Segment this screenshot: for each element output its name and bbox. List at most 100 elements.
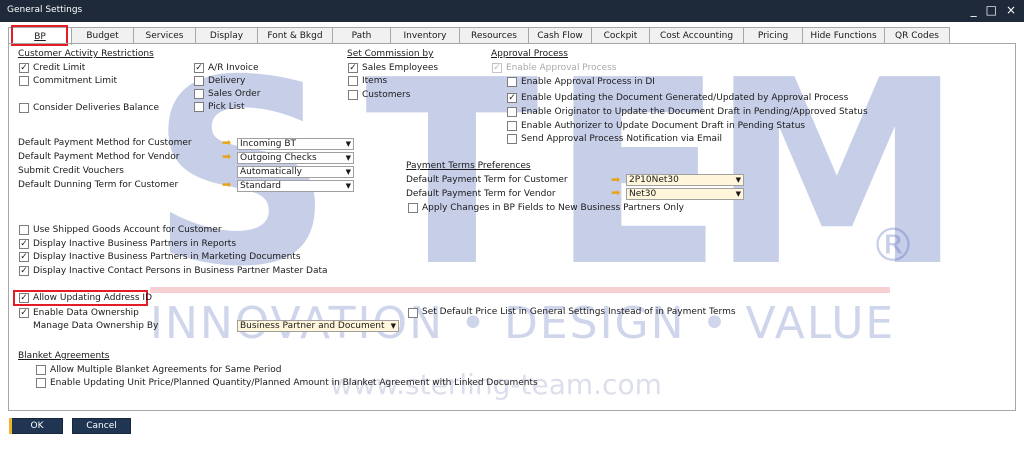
tab-services[interactable]: Services (133, 27, 196, 44)
allow-address-id-checkbox[interactable]: ✓ (19, 293, 29, 303)
customer-activity-heading: Customer Activity Restrictions (18, 49, 154, 59)
credit-limit-label: Credit Limit (33, 63, 86, 73)
window-title: General Settings (7, 5, 83, 15)
close-icon[interactable]: × (1006, 2, 1016, 18)
button-accent (9, 418, 12, 434)
inactive-reports-checkbox[interactable]: ✓ (19, 239, 29, 249)
enable-updating-checkbox[interactable]: ✓ (507, 93, 517, 103)
blanket-heading: Blanket Agreements (18, 351, 110, 361)
link-arrow-icon[interactable]: ➡ (222, 179, 231, 190)
enable-ownership-checkbox[interactable]: ✓ (19, 308, 29, 318)
chevron-down-icon: ▼ (345, 182, 351, 190)
use-shipped-goods-checkbox[interactable] (19, 225, 29, 235)
minimize-icon[interactable]: _ (971, 2, 977, 18)
tab-cash-flow[interactable]: Cash Flow (528, 27, 592, 44)
ar-invoice-checkbox[interactable]: ✓ (194, 63, 204, 73)
customer-payment-method-label: Default Payment Method for Customer (18, 138, 192, 148)
enable-authorizer-label: Enable Authorizer to Update Document Dra… (521, 121, 806, 131)
items-label: Items (362, 76, 388, 86)
tab-display[interactable]: Display (195, 27, 258, 44)
delivery-checkbox[interactable] (194, 76, 204, 86)
enable-originator-label: Enable Originator to Update the Document… (521, 107, 868, 117)
allow-address-id-label: Allow Updating Address ID (33, 293, 153, 303)
chevron-down-icon: ▼ (390, 322, 396, 330)
enable-updating-label: Enable Updating the Document Generated/U… (521, 93, 849, 103)
tab-qr-codes[interactable]: QR Codes (884, 27, 950, 44)
allow-multiple-checkbox[interactable] (36, 365, 46, 375)
commitment-limit-label: Commitment Limit (33, 76, 118, 86)
maximize-icon[interactable]: □ (986, 2, 997, 18)
enable-originator-checkbox[interactable] (507, 107, 517, 117)
commission-heading: Set Commission by (347, 49, 434, 59)
payment-terms-heading: Payment Terms Preferences (406, 161, 531, 171)
manage-ownership-dropdown[interactable]: Business Partner and Document ▼ (237, 320, 399, 332)
vendor-payment-method-label: Default Payment Method for Vendor (18, 152, 180, 162)
vendor-payment-method-dropdown[interactable]: Outgoing Checks ▼ (237, 152, 354, 164)
inactive-marketing-checkbox[interactable]: ✓ (19, 252, 29, 262)
dunning-term-dropdown[interactable]: Standard ▼ (237, 180, 354, 192)
customers-label: Customers (362, 90, 411, 100)
tab-path[interactable]: Path (332, 27, 391, 44)
use-shipped-goods-label: Use Shipped Goods Account for Customer (33, 225, 222, 235)
approval-di-label: Enable Approval Process in DI (521, 77, 655, 87)
link-arrow-icon[interactable]: ➡ (611, 174, 620, 185)
credit-vouchers-dropdown[interactable]: Automatically ▼ (237, 166, 354, 178)
cancel-button[interactable]: Cancel (72, 418, 131, 434)
enable-approval-checkbox[interactable]: ✓ (492, 63, 502, 73)
tab-pricing[interactable]: Pricing (743, 27, 803, 44)
default-price-list-label: Set Default Price List in General Settin… (422, 307, 736, 317)
vendor-payment-term-label: Default Payment Term for Vendor (406, 189, 556, 199)
sales-employees-checkbox[interactable]: ✓ (348, 63, 358, 73)
sales-order-label: Sales Order (208, 89, 261, 99)
chevron-down-icon: ▼ (345, 154, 351, 162)
ok-button[interactable]: OK (9, 418, 63, 434)
title-bar: General Settings _ □ × (0, 0, 1024, 22)
default-price-list-checkbox[interactable] (408, 308, 418, 318)
link-arrow-icon[interactable]: ➡ (222, 151, 231, 162)
consider-deliveries-checkbox[interactable] (19, 103, 29, 113)
sales-order-checkbox[interactable] (194, 89, 204, 99)
send-notification-label: Send Approval Process Notification via E… (521, 134, 722, 144)
vendor-payment-term-dropdown[interactable]: Net30 ▼ (626, 188, 744, 200)
tab-budget[interactable]: Budget (71, 27, 134, 44)
chevron-down-icon: ▼ (345, 168, 351, 176)
apply-changes-checkbox[interactable] (408, 203, 418, 213)
approval-heading: Approval Process (491, 49, 568, 59)
link-arrow-icon[interactable]: ➡ (222, 137, 231, 148)
inactive-reports-label: Display Inactive Business Partners in Re… (33, 239, 237, 249)
tab-inventory[interactable]: Inventory (390, 27, 460, 44)
tab-hide-functions[interactable]: Hide Functions (802, 27, 885, 44)
link-arrow-icon[interactable]: ➡ (611, 187, 620, 198)
enable-ownership-label: Enable Data Ownership (33, 308, 139, 318)
customers-checkbox[interactable] (348, 90, 358, 100)
commitment-limit-checkbox[interactable] (19, 76, 29, 86)
inactive-contacts-checkbox[interactable]: ✓ (19, 266, 29, 276)
send-notification-checkbox[interactable] (507, 134, 517, 144)
customer-payment-term-label: Default Payment Term for Customer (406, 175, 568, 185)
pick-list-checkbox[interactable] (194, 102, 204, 112)
enable-authorizer-checkbox[interactable] (507, 121, 517, 131)
credit-limit-checkbox[interactable]: ✓ (19, 63, 29, 73)
sales-employees-label: Sales Employees (362, 63, 439, 73)
ar-invoice-label: A/R Invoice (208, 63, 259, 73)
pick-list-label: Pick List (208, 102, 245, 112)
credit-vouchers-label: Submit Credit Vouchers (18, 166, 124, 176)
manage-ownership-label: Manage Data Ownership By (33, 321, 159, 331)
customer-payment-method-dropdown[interactable]: Incoming BT ▼ (237, 138, 354, 150)
chevron-down-icon: ▼ (735, 176, 741, 184)
approval-di-checkbox[interactable] (507, 77, 517, 87)
tab-resources[interactable]: Resources (459, 27, 529, 44)
dunning-term-label: Default Dunning Term for Customer (18, 180, 179, 190)
allow-multiple-label: Allow Multiple Blanket Agreements for Sa… (50, 365, 282, 375)
customer-payment-term-dropdown[interactable]: 2P10Net30 ▼ (626, 174, 744, 186)
tab-strip: BP Budget Services Display Font & Bkgd P… (8, 27, 950, 45)
inactive-marketing-label: Display Inactive Business Partners in Ma… (33, 252, 301, 262)
enable-approval-label: Enable Approval Process (506, 63, 617, 73)
tab-cockpit[interactable]: Cockpit (591, 27, 650, 44)
tab-font-bkgd[interactable]: Font & Bkgd (257, 27, 333, 44)
enable-updating-blanket-checkbox[interactable] (36, 378, 46, 388)
tab-cost-accounting[interactable]: Cost Accounting (649, 27, 744, 44)
chevron-down-icon: ▼ (345, 140, 351, 148)
items-checkbox[interactable] (348, 76, 358, 86)
apply-changes-label: Apply Changes in BP Fields to New Busine… (422, 203, 684, 213)
